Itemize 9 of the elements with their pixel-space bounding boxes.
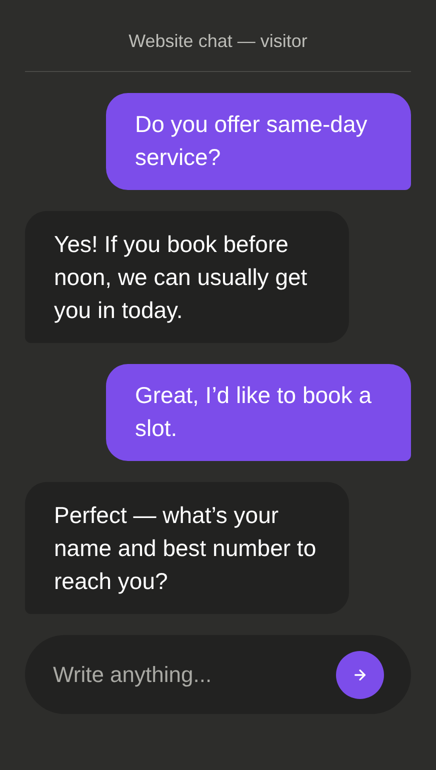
message-input[interactable]: Write anything... [53,658,336,691]
message-input-bar[interactable]: Write anything... [25,635,411,714]
received-message-bubble: Perfect — what’s your name and best number to reach you? [25,482,349,614]
sent-message-bubble: Do you offer same-day service? [106,93,411,190]
sent-message-bubble: Great, I’d like to book a slot. [106,364,411,461]
chat-title: Website chat — visitor [128,30,308,53]
arrow-right-icon [352,666,368,682]
received-message-bubble: Yes! If you book before noon, we can usually get you in today. [25,211,349,343]
send-button[interactable] [336,650,384,698]
